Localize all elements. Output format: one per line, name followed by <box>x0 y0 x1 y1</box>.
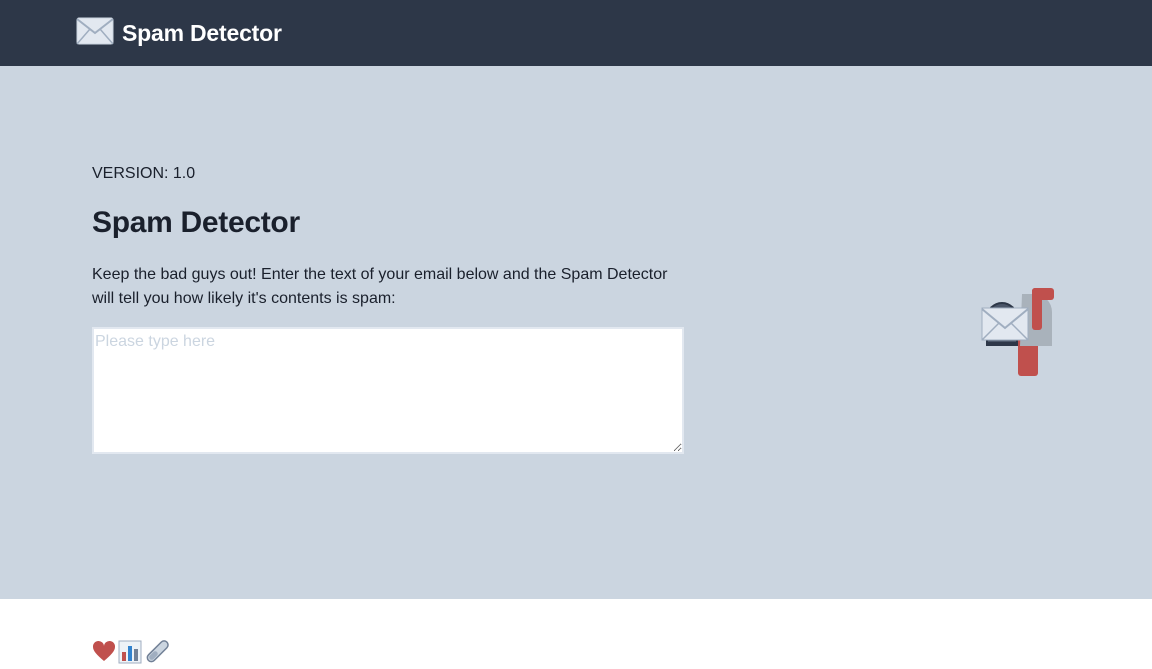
email-text-input[interactable] <box>92 327 684 454</box>
heart-icon[interactable] <box>92 640 116 669</box>
footer-icons <box>92 640 170 669</box>
top-navbar: Spam Detector <box>0 0 1152 66</box>
footer <box>0 599 1152 667</box>
test-tube-icon[interactable] <box>144 640 170 669</box>
description-text: Keep the bad guys out! Enter the text of… <box>92 266 668 307</box>
page-title: Spam Detector <box>92 206 300 239</box>
mailbox-icon <box>978 284 1074 380</box>
brand-title: Spam Detector <box>122 19 282 46</box>
version-label: VERSION: 1.0 <box>92 165 196 182</box>
bar-chart-icon[interactable] <box>118 640 142 669</box>
brand-link[interactable]: Spam Detector <box>76 17 282 49</box>
envelope-icon <box>76 17 114 50</box>
